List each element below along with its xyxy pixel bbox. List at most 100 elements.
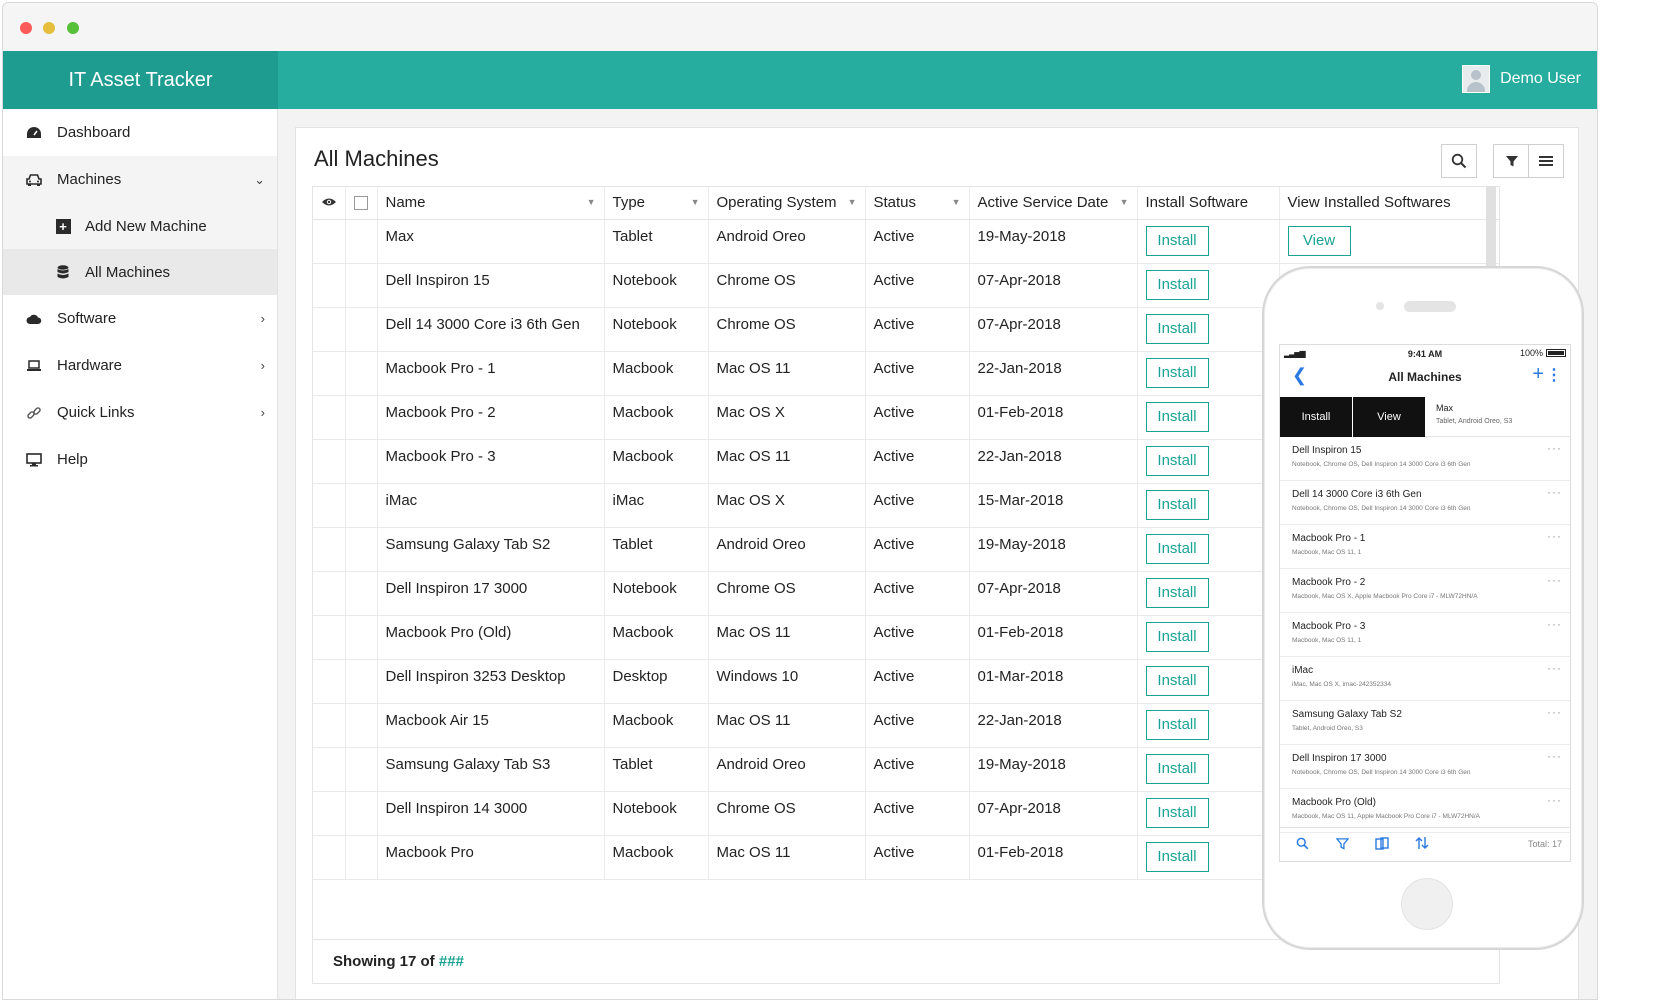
select-cell[interactable] — [345, 659, 378, 704]
more-horizontal-icon[interactable]: ··· — [1547, 529, 1562, 543]
phone-camera — [1376, 302, 1384, 310]
sidebar-item-help[interactable]: Help — [3, 436, 277, 483]
view-button[interactable]: View — [1287, 225, 1351, 256]
install-button[interactable]: Install — [1145, 577, 1209, 608]
install-button[interactable]: Install — [1145, 445, 1209, 476]
column-header-date[interactable]: Active Service Date ▼ — [969, 187, 1138, 220]
install-button[interactable]: Install — [1145, 357, 1209, 388]
phone-speaker — [1404, 301, 1456, 312]
cell-status: Active — [865, 483, 970, 528]
more-horizontal-icon[interactable]: ··· — [1547, 617, 1562, 631]
cell-type: Macbook — [604, 395, 709, 440]
search-icon[interactable] — [1282, 837, 1322, 853]
select-cell[interactable] — [345, 351, 378, 396]
select-cell[interactable] — [345, 263, 378, 308]
more-horizontal-icon[interactable]: ··· — [1547, 705, 1562, 719]
more-horizontal-icon[interactable]: ··· — [1547, 441, 1562, 455]
more-horizontal-icon[interactable]: ··· — [1547, 749, 1562, 763]
sidebar-item-hardware[interactable]: Hardware › — [3, 342, 277, 389]
install-button[interactable]: Install — [1145, 533, 1209, 564]
visibility-column[interactable] — [313, 187, 346, 220]
select-cell[interactable] — [345, 571, 378, 616]
install-button[interactable]: Install — [1145, 621, 1209, 652]
desktop-icon — [25, 451, 43, 469]
sort-icon: ▼ — [951, 197, 961, 207]
phone-home-button[interactable] — [1401, 878, 1453, 930]
select-cell[interactable] — [345, 615, 378, 660]
group-icon[interactable] — [1362, 836, 1402, 853]
user-menu[interactable]: Demo User — [1462, 65, 1581, 93]
maximize-window-button[interactable] — [67, 22, 79, 34]
select-cell[interactable] — [345, 835, 378, 880]
more-horizontal-icon[interactable]: ··· — [1547, 793, 1562, 807]
more-horizontal-icon[interactable]: ··· — [1547, 485, 1562, 499]
list-item[interactable]: Dell Inspiron 17 3000 Notebook, Chrome OS… — [1280, 745, 1570, 789]
install-button[interactable]: Install — [1145, 841, 1209, 872]
select-cell[interactable] — [345, 395, 378, 440]
sidebar-item-quick-links[interactable]: Quick Links › — [3, 389, 277, 436]
more-vertical-icon[interactable]: ⋮ — [1546, 365, 1562, 385]
select-cell[interactable] — [345, 703, 378, 748]
select-all-checkbox[interactable] — [345, 187, 378, 220]
column-header-name[interactable]: Name ▼ — [377, 187, 605, 220]
select-cell[interactable] — [345, 219, 378, 264]
minimize-window-button[interactable] — [43, 22, 55, 34]
cell-os: Chrome OS — [708, 791, 866, 836]
cell-status: Active — [865, 703, 970, 748]
install-button[interactable]: Install — [1145, 665, 1209, 696]
sidebar-item-machines[interactable]: Machines ⌄ — [3, 156, 277, 203]
cell-type: Desktop — [604, 659, 709, 704]
list-item[interactable]: Samsung Galaxy Tab S2 Tablet, Android Ore… — [1280, 701, 1570, 745]
list-item[interactable]: Dell Inspiron 15 Notebook, Chrome OS, Del… — [1280, 437, 1570, 481]
chevron-right-icon: › — [260, 311, 265, 326]
install-button[interactable]: Install — [1145, 401, 1209, 432]
app-title[interactable]: IT Asset Tracker — [3, 51, 278, 109]
table-row[interactable]: Max Tablet Android Oreo Active 19-May-2018 In… — [313, 219, 1499, 264]
list-item[interactable]: Macbook Pro - 3 Macbook, Mac OS 11, 1 ··· — [1280, 613, 1570, 657]
filter-icon[interactable] — [1322, 837, 1362, 853]
cell-status: Active — [865, 747, 970, 792]
list-item[interactable]: iMac iMac, Mac OS X, imac-242352334 ··· — [1280, 657, 1570, 701]
swipe-view-button[interactable]: View — [1353, 397, 1425, 437]
filter-icon — [1505, 156, 1518, 167]
cell-install: Install — [1137, 351, 1280, 396]
swiped-row-content[interactable]: Max Tablet, Android Oreo, S3 — [1436, 403, 1512, 425]
list-item[interactable]: Macbook Pro - 2 Macbook, Mac OS X, Apple … — [1280, 569, 1570, 613]
menu-button[interactable] — [1528, 144, 1564, 178]
sidebar-item-dashboard[interactable]: Dashboard — [3, 109, 277, 156]
column-header-status[interactable]: Status ▼ — [865, 187, 970, 220]
install-button[interactable]: Install — [1145, 269, 1209, 300]
sidebar-item-software[interactable]: Software › — [3, 295, 277, 342]
select-cell[interactable] — [345, 483, 378, 528]
sidebar-item-add-new-machine[interactable]: + Add New Machine — [3, 203, 277, 249]
install-button[interactable]: Install — [1145, 797, 1209, 828]
filter-button[interactable] — [1493, 144, 1529, 178]
install-button[interactable]: Install — [1145, 489, 1209, 520]
install-button[interactable]: Install — [1145, 313, 1209, 344]
car-icon — [25, 171, 43, 189]
cell-os: Chrome OS — [708, 307, 866, 352]
select-cell[interactable] — [345, 791, 378, 836]
visibility-cell — [313, 307, 346, 352]
select-cell[interactable] — [345, 439, 378, 484]
select-cell[interactable] — [345, 747, 378, 792]
close-window-button[interactable] — [20, 22, 32, 34]
more-horizontal-icon[interactable]: ··· — [1547, 573, 1562, 587]
sidebar-item-all-machines[interactable]: All Machines — [3, 249, 277, 295]
search-button[interactable] — [1441, 144, 1477, 178]
search-icon — [1451, 153, 1467, 169]
list-item-name: Max — [1436, 403, 1454, 413]
swipe-install-button[interactable]: Install — [1280, 397, 1352, 437]
select-cell[interactable] — [345, 527, 378, 572]
sort-icon[interactable] — [1402, 836, 1442, 853]
add-icon[interactable]: + — [1532, 363, 1544, 386]
list-item[interactable]: Macbook Pro - 1 Macbook, Mac OS 11, 1 ··· — [1280, 525, 1570, 569]
column-header-type[interactable]: Type ▼ — [604, 187, 709, 220]
install-button[interactable]: Install — [1145, 225, 1209, 256]
install-button[interactable]: Install — [1145, 753, 1209, 784]
more-horizontal-icon[interactable]: ··· — [1547, 661, 1562, 675]
select-cell[interactable] — [345, 307, 378, 352]
list-item[interactable]: Dell 14 3000 Core i3 6th Gen Notebook, Ch… — [1280, 481, 1570, 525]
install-button[interactable]: Install — [1145, 709, 1209, 740]
column-header-os[interactable]: Operating System ▼ — [708, 187, 866, 220]
